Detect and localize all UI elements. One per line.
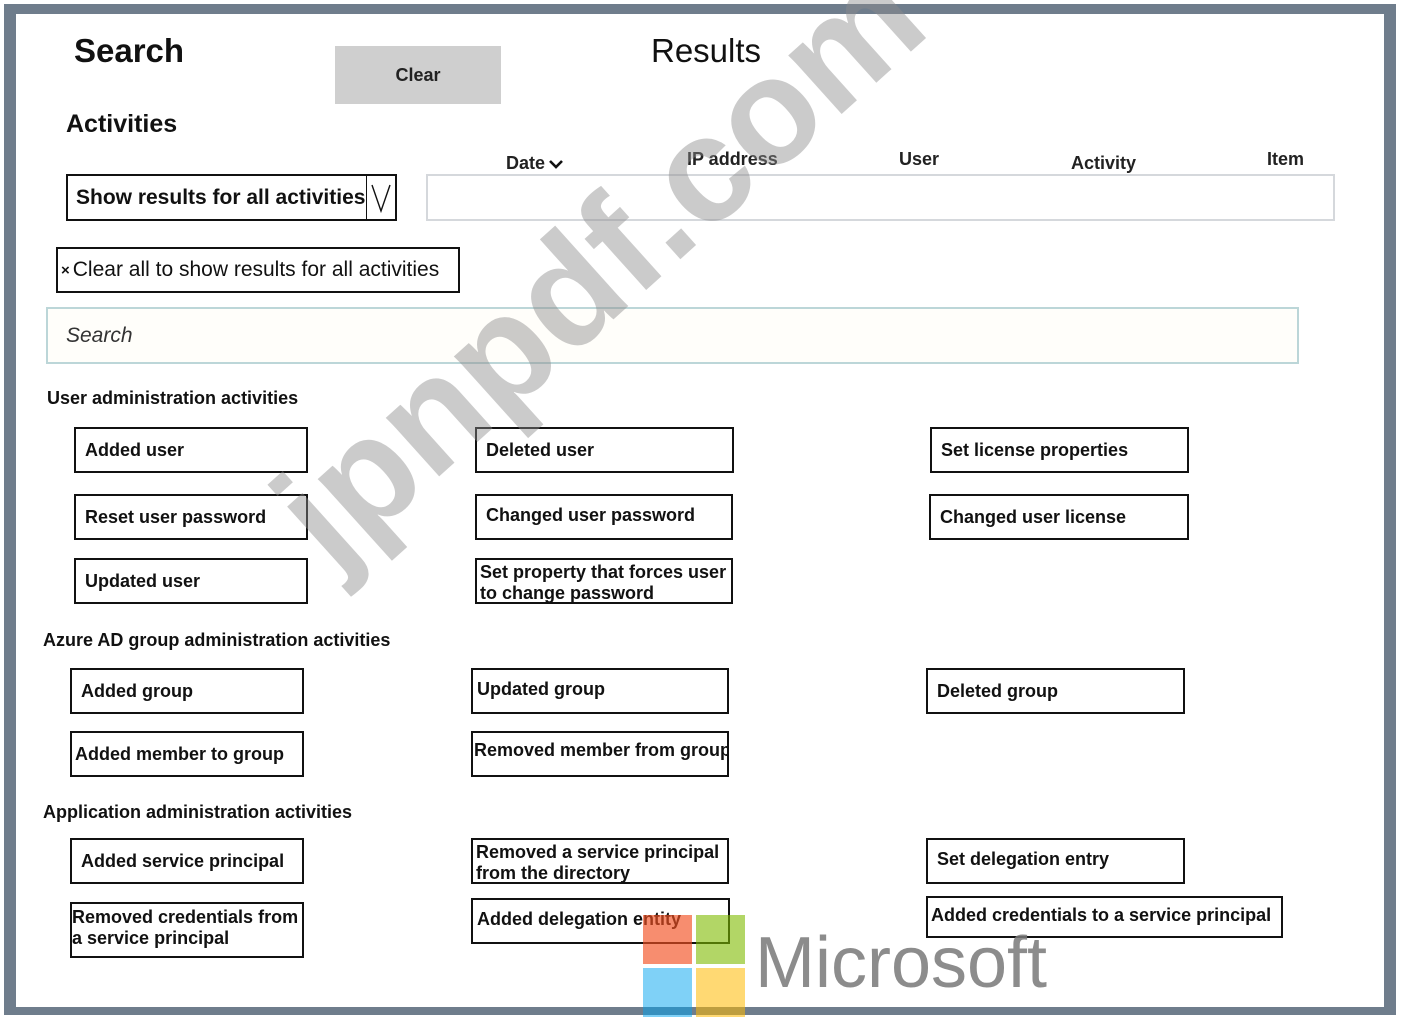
activity-set-license-properties[interactable]: Set license properties — [930, 427, 1189, 473]
column-header-date[interactable]: Date — [506, 153, 564, 174]
activity-deleted-group[interactable]: Deleted group — [926, 668, 1185, 714]
activities-search-input[interactable] — [46, 307, 1299, 364]
column-header-date-label: Date — [506, 153, 546, 173]
results-heading: Results — [651, 32, 762, 69]
activity-set-delegation-entry[interactable]: Set delegation entry — [926, 838, 1185, 884]
search-heading: Search — [74, 32, 185, 69]
section-title-application-admin: Application administration activities — [43, 802, 353, 822]
clear-filter-chip-label: Clear all to show results for all activi… — [72, 258, 440, 281]
activity-deleted-user[interactable]: Deleted user — [475, 427, 734, 473]
activity-removed-member-from-group[interactable]: Removed member from group — [471, 731, 729, 777]
activity-removed-service-principal[interactable]: Removed a service principal from the dir… — [471, 838, 729, 884]
activities-dropdown[interactable]: Show results for all activities — [66, 174, 397, 221]
activity-updated-user[interactable]: Updated user — [74, 558, 308, 604]
close-icon[interactable]: × — [61, 262, 70, 279]
activity-changed-user-license[interactable]: Changed user license — [929, 494, 1189, 540]
activity-set-property-force-password-change[interactable]: Set property that forces user to change … — [475, 558, 733, 604]
activity-changed-user-password[interactable]: Changed user password — [475, 494, 733, 540]
column-header-ip-address[interactable]: IP address — [687, 149, 778, 170]
column-header-activity[interactable]: Activity — [1071, 153, 1136, 174]
activities-dropdown-value: Show results for all activities — [76, 185, 366, 209]
section-title-user-admin: User administration activities — [47, 388, 299, 408]
activity-updated-group[interactable]: Updated group — [471, 668, 729, 714]
activity-added-credentials-to-service-principal[interactable]: Added credentials to a service principal — [926, 896, 1283, 938]
clear-button[interactable]: Clear — [335, 46, 501, 104]
activity-added-user[interactable]: Added user — [74, 427, 308, 473]
activity-reset-user-password[interactable]: Reset user password — [74, 494, 308, 540]
results-table — [426, 174, 1335, 221]
column-header-item[interactable]: Item — [1267, 149, 1304, 170]
chevron-down-icon[interactable] — [366, 176, 395, 219]
activity-removed-credentials-from-service-principal[interactable]: Removed credentials from a service princ… — [70, 902, 304, 958]
sort-descending-icon — [548, 158, 564, 170]
activity-added-service-principal[interactable]: Added service principal — [70, 838, 304, 884]
section-title-group-admin: Azure AD group administration activities — [43, 630, 391, 650]
activities-heading: Activities — [66, 110, 178, 138]
activity-added-delegation-entity[interactable]: Added delegation entity — [471, 898, 730, 944]
clear-filter-chip[interactable]: × Clear all to show results for all acti… — [56, 247, 460, 293]
activity-added-group[interactable]: Added group — [70, 668, 304, 714]
activity-added-member-to-group[interactable]: Added member to group — [70, 731, 304, 777]
column-header-user[interactable]: User — [899, 149, 939, 170]
